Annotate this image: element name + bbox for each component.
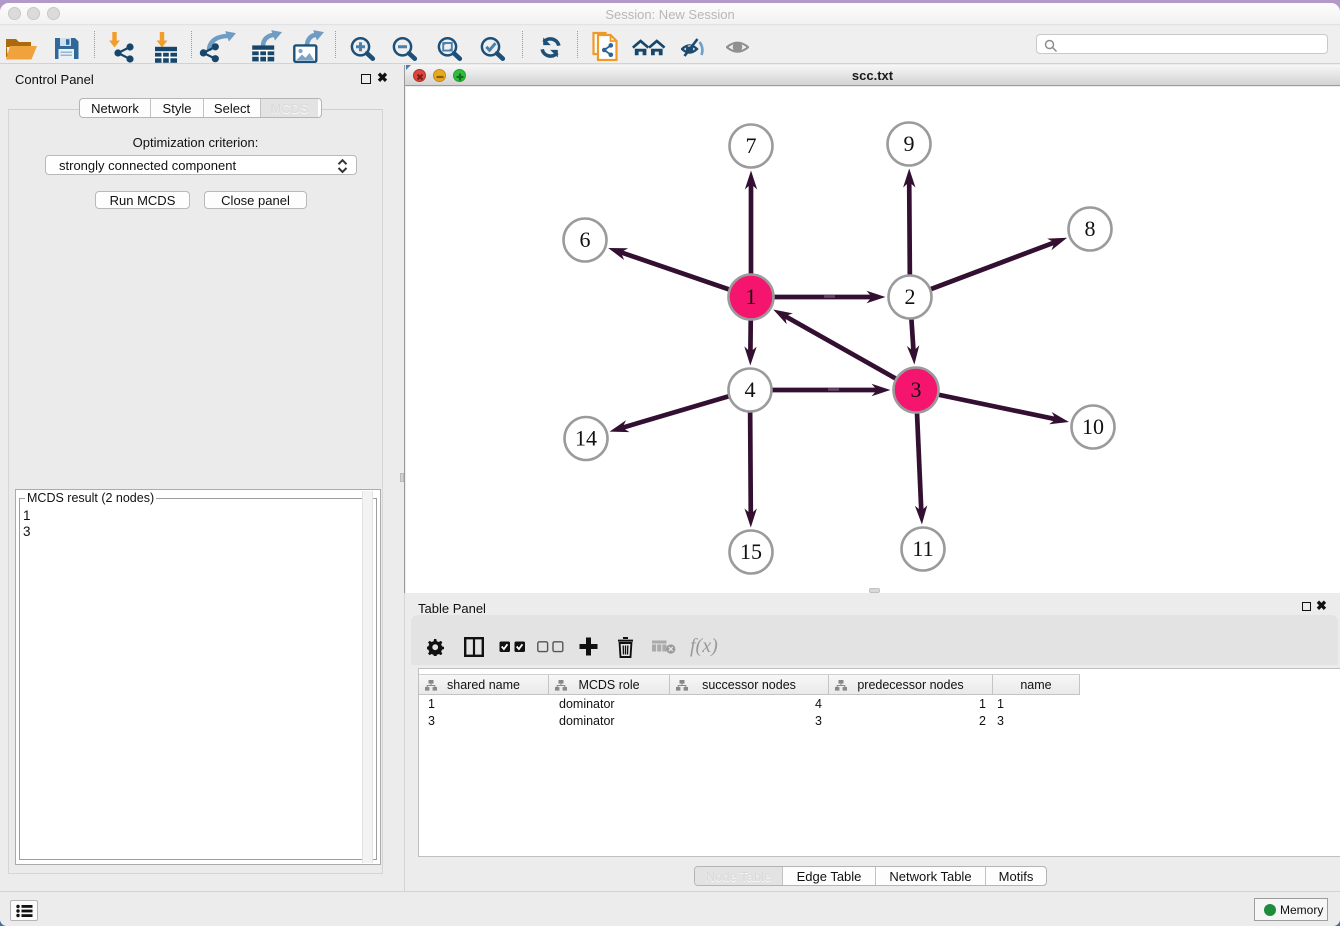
svg-text:11: 11	[912, 536, 933, 561]
svg-text:14: 14	[575, 426, 597, 451]
svg-text:9: 9	[904, 131, 915, 156]
svg-text:4: 4	[745, 377, 756, 402]
svg-text:2: 2	[905, 284, 916, 309]
svg-text:3: 3	[911, 377, 922, 402]
svg-text:6: 6	[580, 227, 591, 252]
svg-text:15: 15	[740, 539, 762, 564]
svg-text:1: 1	[746, 284, 757, 309]
svg-text:8: 8	[1085, 216, 1096, 241]
svg-text:7: 7	[746, 133, 757, 158]
svg-text:10: 10	[1082, 414, 1104, 439]
